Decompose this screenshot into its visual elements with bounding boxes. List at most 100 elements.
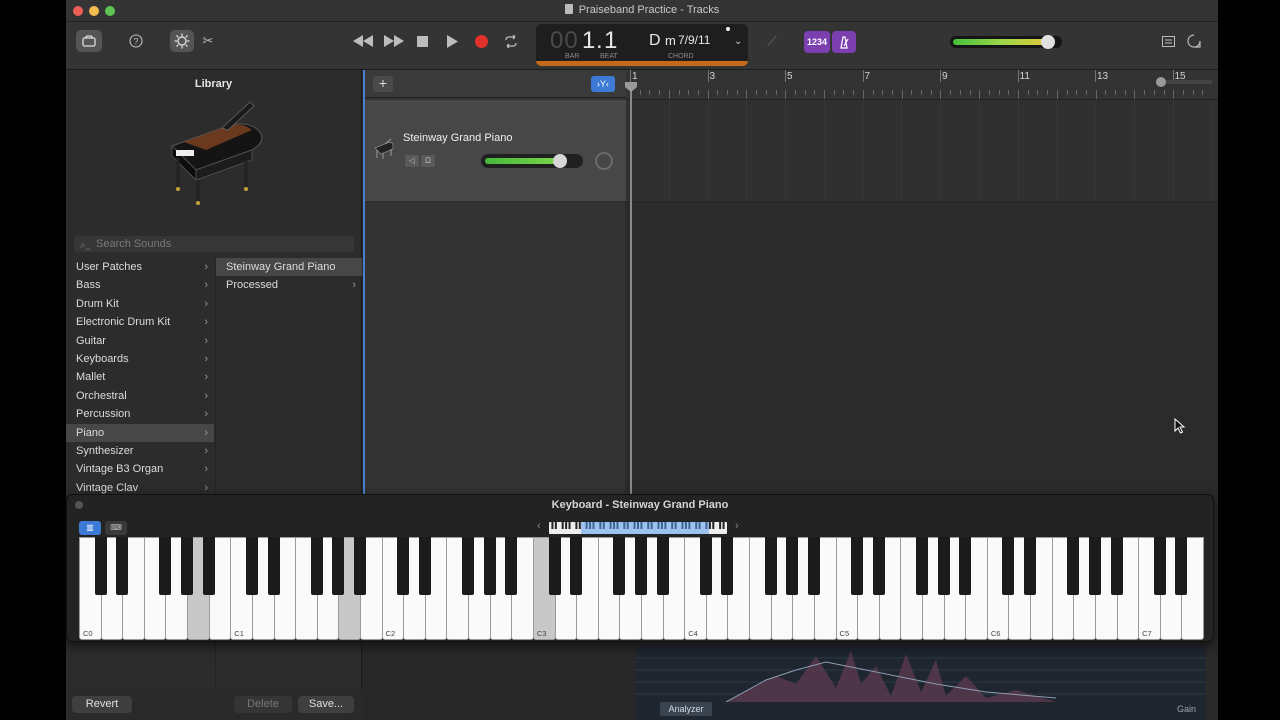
fast-forward-button[interactable] bbox=[382, 32, 406, 50]
bar-ruler[interactable]: 1 3 5 7 9 11 13 15 bbox=[626, 70, 1218, 100]
solo-button[interactable]: Ω bbox=[421, 155, 435, 167]
black-key[interactable] bbox=[721, 537, 734, 595]
black-key[interactable] bbox=[267, 537, 280, 595]
notepad-button[interactable] bbox=[1160, 33, 1176, 49]
visible-range-selector[interactable] bbox=[581, 522, 709, 534]
black-key[interactable] bbox=[505, 537, 518, 595]
black-key[interactable] bbox=[332, 537, 345, 595]
category-item[interactable]: Keyboards › bbox=[66, 350, 214, 368]
piano-keyboard-mode-button[interactable]: ▥ bbox=[79, 521, 101, 535]
black-key[interactable] bbox=[570, 537, 583, 595]
loop-browser-button[interactable] bbox=[1186, 33, 1202, 49]
black-key[interactable] bbox=[764, 537, 777, 595]
category-item[interactable]: Electronic Drum Kit › bbox=[66, 313, 214, 331]
playhead[interactable] bbox=[625, 82, 637, 495]
category-item[interactable]: Synthesizer › bbox=[66, 442, 214, 460]
black-key[interactable] bbox=[418, 537, 431, 595]
zoom-knob[interactable] bbox=[1156, 77, 1166, 87]
master-volume-slider[interactable] bbox=[950, 35, 1062, 49]
black-key[interactable] bbox=[635, 537, 647, 595]
track-lane[interactable] bbox=[626, 100, 1218, 202]
library-button[interactable] bbox=[76, 30, 102, 52]
help-button[interactable]: ? bbox=[128, 33, 144, 49]
black-key[interactable] bbox=[1002, 537, 1015, 595]
category-item-selected[interactable]: Piano › bbox=[66, 423, 214, 442]
black-key[interactable] bbox=[786, 537, 799, 595]
category-item[interactable]: Mallet › bbox=[66, 368, 214, 386]
black-key[interactable] bbox=[851, 537, 864, 595]
black-key[interactable] bbox=[159, 537, 172, 595]
title-bar: Praiseband Practice - Tracks bbox=[66, 0, 1218, 22]
black-key[interactable] bbox=[872, 537, 885, 595]
category-item[interactable]: User Patches › bbox=[66, 258, 214, 276]
black-key[interactable] bbox=[1024, 537, 1037, 595]
delete-button[interactable]: Delete bbox=[234, 696, 292, 713]
category-item[interactable]: Drum Kit › bbox=[66, 295, 214, 313]
mute-button[interactable]: ◁ bbox=[405, 155, 419, 167]
black-key[interactable] bbox=[656, 537, 669, 595]
save-button[interactable]: Save... bbox=[298, 696, 354, 713]
patch-item[interactable]: Processed › bbox=[216, 276, 362, 294]
black-key[interactable] bbox=[397, 537, 410, 595]
master-volume-knob[interactable] bbox=[1041, 35, 1056, 49]
black-key[interactable] bbox=[548, 537, 561, 595]
octave-down-arrow-icon[interactable]: ‹ bbox=[537, 520, 541, 532]
cycle-button[interactable] bbox=[502, 33, 520, 49]
navigator-black-key bbox=[554, 522, 557, 529]
black-key[interactable] bbox=[1153, 537, 1166, 595]
black-key[interactable] bbox=[181, 537, 194, 595]
track-volume-knob[interactable] bbox=[553, 154, 568, 168]
black-key[interactable] bbox=[959, 537, 972, 595]
ruler-tick bbox=[1182, 90, 1184, 95]
tuner-button[interactable]: ⟋ bbox=[764, 33, 780, 49]
analyzer-button[interactable]: Analyzer bbox=[660, 702, 712, 716]
playhead-handle-icon[interactable] bbox=[625, 82, 637, 92]
black-key[interactable] bbox=[116, 537, 129, 595]
count-in-button[interactable]: 1234 bbox=[804, 31, 830, 53]
black-key[interactable] bbox=[613, 537, 626, 595]
tracks-timeline[interactable]: 1 3 5 7 9 11 13 15 bbox=[625, 70, 1218, 495]
track-name[interactable]: Steinway Grand Piano bbox=[403, 132, 512, 144]
smart-controls-button[interactable] bbox=[170, 30, 194, 52]
black-key[interactable] bbox=[483, 537, 496, 595]
black-key[interactable] bbox=[1175, 537, 1188, 595]
track-pan-knob[interactable] bbox=[595, 152, 613, 170]
black-key[interactable] bbox=[699, 537, 712, 595]
black-key[interactable] bbox=[1067, 537, 1080, 595]
musical-typing-mode-button[interactable]: ⌨ bbox=[105, 521, 127, 535]
patch-item-selected[interactable]: Steinway Grand Piano bbox=[216, 258, 362, 277]
catch-playhead-button[interactable]: ›Y‹ bbox=[591, 76, 615, 92]
zoom-slider[interactable] bbox=[1156, 77, 1212, 87]
lcd-dropdown-chevron-icon[interactable]: ⌄ bbox=[734, 36, 742, 47]
track-volume-slider[interactable] bbox=[481, 154, 583, 168]
black-key[interactable] bbox=[1110, 537, 1123, 595]
category-item[interactable]: Guitar › bbox=[66, 332, 214, 350]
black-key[interactable] bbox=[807, 537, 820, 595]
black-key[interactable] bbox=[245, 537, 258, 595]
category-item[interactable]: Vintage B3 Organ › bbox=[66, 460, 214, 478]
octave-up-arrow-icon[interactable]: › bbox=[735, 520, 739, 532]
black-key[interactable] bbox=[1088, 537, 1101, 595]
add-track-button[interactable]: + bbox=[373, 76, 393, 92]
track-header[interactable]: Steinway Grand Piano ◁ Ω bbox=[365, 100, 627, 202]
revert-button[interactable]: Revert bbox=[72, 696, 132, 713]
editors-button[interactable]: ✂ bbox=[200, 33, 216, 49]
black-key[interactable] bbox=[462, 537, 475, 595]
black-key[interactable] bbox=[937, 537, 950, 595]
black-key[interactable] bbox=[202, 537, 215, 595]
category-item[interactable]: Bass › bbox=[66, 276, 214, 294]
category-item[interactable]: Orchestral › bbox=[66, 387, 214, 405]
black-key[interactable] bbox=[354, 537, 366, 595]
lcd-display[interactable]: 00 1 . 1 BAR BEAT D m 7/9/11 CHORD ⌄ bbox=[536, 24, 748, 66]
rewind-button[interactable] bbox=[351, 32, 375, 50]
black-key[interactable] bbox=[94, 537, 107, 595]
stop-button[interactable] bbox=[414, 33, 430, 49]
category-item[interactable]: Percussion › bbox=[66, 405, 214, 423]
black-key[interactable] bbox=[310, 537, 323, 595]
metronome-button[interactable] bbox=[832, 31, 856, 53]
play-button[interactable] bbox=[444, 33, 460, 49]
black-key[interactable] bbox=[916, 537, 928, 595]
keyboard-range-navigator[interactable] bbox=[549, 522, 727, 534]
search-sounds-input[interactable]: ⌕⌄ Search Sounds bbox=[74, 236, 354, 252]
record-button[interactable] bbox=[473, 33, 489, 49]
